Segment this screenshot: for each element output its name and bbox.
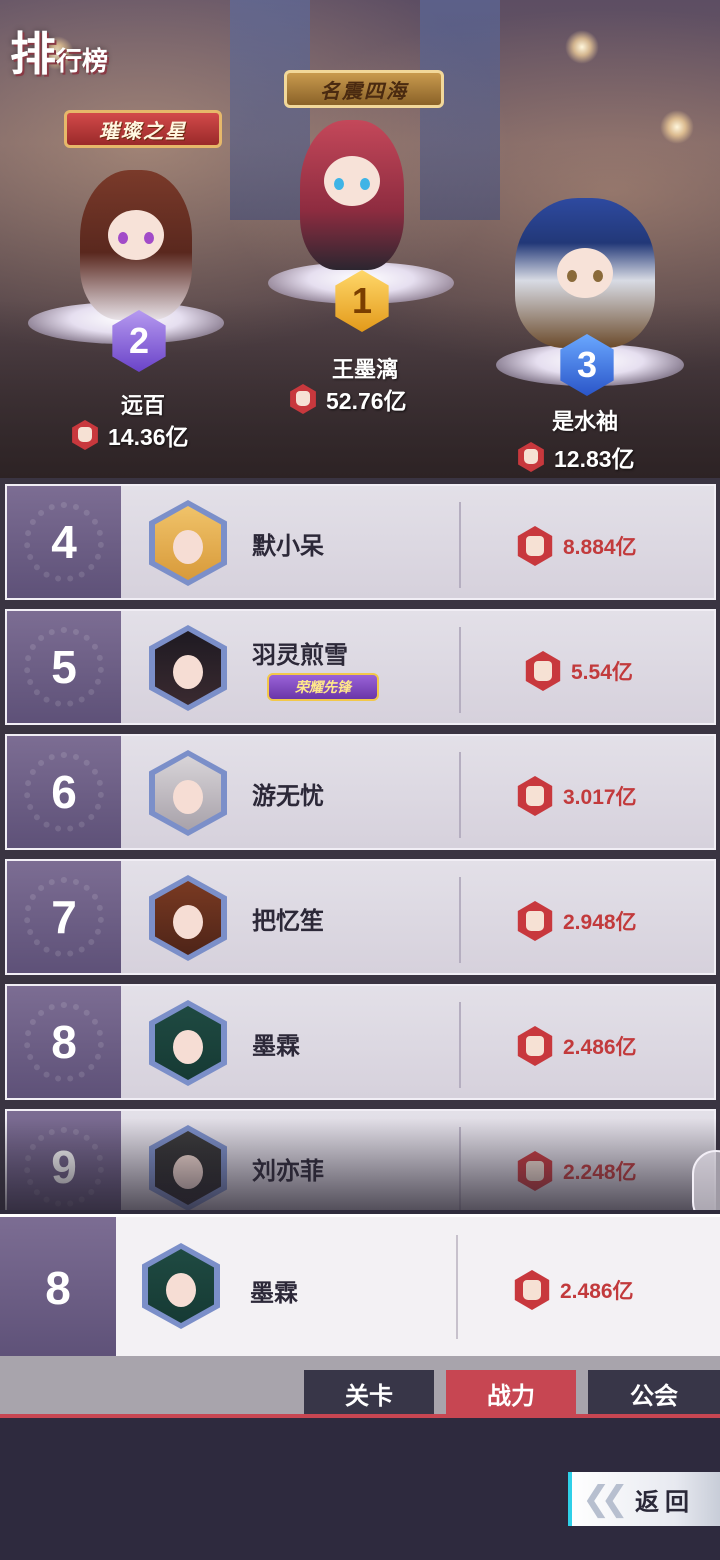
player-name: 墨霖 (252, 1033, 300, 1060)
power-value: 2.948亿 (563, 911, 637, 934)
divider (459, 502, 461, 588)
player-avatar[interactable] (149, 625, 227, 711)
third-power: 12.83亿 (516, 440, 635, 474)
rank-number-cell: 4 (7, 486, 121, 598)
player-name: 刘亦菲 (252, 1158, 324, 1185)
player-power: 5.54亿 (523, 651, 633, 691)
title-big-char: 排 (10, 28, 56, 80)
fist-icon (290, 384, 316, 414)
second-name: 远百 (120, 393, 165, 418)
stage-light (565, 30, 599, 64)
power-value: 2.248亿 (563, 1161, 637, 1184)
ranking-row[interactable]: 6 游无忧 3.017亿 (5, 734, 716, 850)
player-name: 把忆笙 (252, 908, 324, 935)
fist-icon (517, 1026, 553, 1066)
rank-number: 5 (51, 641, 77, 693)
player-power: 2.248亿 (515, 1151, 637, 1191)
player-avatar[interactable] (149, 1000, 227, 1086)
my-name: 墨霖 (250, 1280, 298, 1307)
player-name: 默小呆 (252, 533, 324, 560)
first-power-value: 52.76亿 (326, 388, 407, 414)
hall-banner (230, 0, 310, 220)
tab-power[interactable]: 战力 (446, 1370, 576, 1416)
divider (459, 627, 461, 713)
back-button-label: 返回 (634, 1488, 695, 1516)
fist-icon (517, 526, 553, 566)
player-avatar[interactable] (149, 500, 227, 586)
player-avatar[interactable] (149, 750, 227, 836)
title-rest: 行榜 (56, 46, 109, 76)
tab-bar: 关卡 战力 公会 (0, 1356, 720, 1418)
third-power-value: 12.83亿 (554, 446, 635, 472)
player-power: 8.884亿 (515, 526, 637, 566)
player-power: 2.948亿 (515, 901, 637, 941)
rank-number: 4 (51, 516, 77, 568)
side-drawer-handle[interactable] (692, 1150, 720, 1210)
power-value: 8.884亿 (563, 536, 637, 559)
power-value: 5.54亿 (571, 661, 633, 684)
my-rank-number-cell: 8 (0, 1217, 116, 1359)
ranking-row[interactable]: 9 刘亦菲 2.248亿 (5, 1109, 716, 1210)
podium-panel: 排行榜 名震四海 1 王墨漓 52.76亿 璀璨之星 2 远百 14.36亿 3… (0, 0, 720, 478)
fist-icon (518, 442, 544, 472)
rank-number-cell: 8 (7, 986, 121, 1098)
power-value: 2.486亿 (563, 1036, 637, 1059)
player-power: 3.017亿 (515, 776, 637, 816)
back-button[interactable]: ❮❮ 返回 (568, 1472, 720, 1526)
rank-number-cell: 9 (7, 1111, 121, 1210)
rank-number-cell: 7 (7, 861, 121, 973)
first-title-plaque: 名震四海 (284, 70, 444, 108)
honor-tag: 荣耀先锋 (267, 673, 379, 701)
rank-number: 8 (51, 1016, 77, 1068)
third-character[interactable] (515, 198, 655, 348)
divider (459, 877, 461, 963)
first-name: 王墨漓 (331, 357, 398, 382)
fist-icon (514, 1270, 550, 1310)
my-power: 2.486亿 (512, 1270, 634, 1310)
rank-number: 6 (51, 766, 77, 818)
power-value: 3.017亿 (563, 786, 637, 809)
fist-icon (517, 1151, 553, 1191)
tab-stage[interactable]: 关卡 (304, 1370, 434, 1416)
ranking-row[interactable]: 7 把忆笙 2.948亿 (5, 859, 716, 975)
ranking-row[interactable]: 5 羽灵煎雪 荣耀先锋 5.54亿 (5, 609, 716, 725)
second-power-value: 14.36亿 (108, 424, 189, 450)
ranking-row[interactable]: 4 默小呆 8.884亿 (5, 484, 716, 600)
second-character[interactable] (80, 170, 192, 320)
divider (459, 1127, 461, 1210)
player-power: 2.486亿 (515, 1026, 637, 1066)
fist-icon (517, 901, 553, 941)
page-title: 排行榜 (10, 18, 108, 84)
player-avatar[interactable] (149, 875, 227, 961)
fist-icon (72, 420, 98, 450)
rank-number: 7 (51, 891, 77, 943)
divider (459, 1002, 461, 1088)
first-power: 52.76亿 (288, 382, 407, 416)
bottom-bar: ❮❮ 返回 (0, 1418, 720, 1560)
second-title-plaque: 璀璨之星 (64, 110, 222, 148)
third-name: 是水袖 (551, 409, 618, 434)
tab-guild[interactable]: 公会 (588, 1370, 720, 1416)
ranking-list[interactable]: 4 默小呆 8.884亿 5 羽灵煎雪 荣耀先锋 5.54亿 6 游无忧 3.0… (0, 478, 720, 1210)
fist-icon (517, 776, 553, 816)
divider (456, 1235, 458, 1339)
stage-light (660, 110, 694, 144)
hall-banner (420, 0, 500, 220)
rank-number: 9 (51, 1141, 77, 1193)
my-rank-row[interactable]: 8 墨霖 2.486亿 (0, 1214, 720, 1359)
ranking-row[interactable]: 8 墨霖 2.486亿 (5, 984, 716, 1100)
my-avatar[interactable] (142, 1243, 220, 1329)
player-avatar[interactable] (149, 1125, 227, 1210)
first-character[interactable] (300, 120, 404, 270)
rank-number-cell: 5 (7, 611, 121, 723)
player-name: 游无忧 (252, 783, 324, 810)
second-power: 14.36亿 (70, 418, 189, 452)
rank-number-cell: 6 (7, 736, 121, 848)
divider (459, 752, 461, 838)
player-name: 羽灵煎雪 (252, 642, 348, 669)
my-rank-number: 8 (45, 1262, 71, 1314)
fist-icon (525, 651, 561, 691)
double-chevron-left-icon: ❮❮ (582, 1480, 629, 1518)
my-power-value: 2.486亿 (560, 1280, 634, 1303)
